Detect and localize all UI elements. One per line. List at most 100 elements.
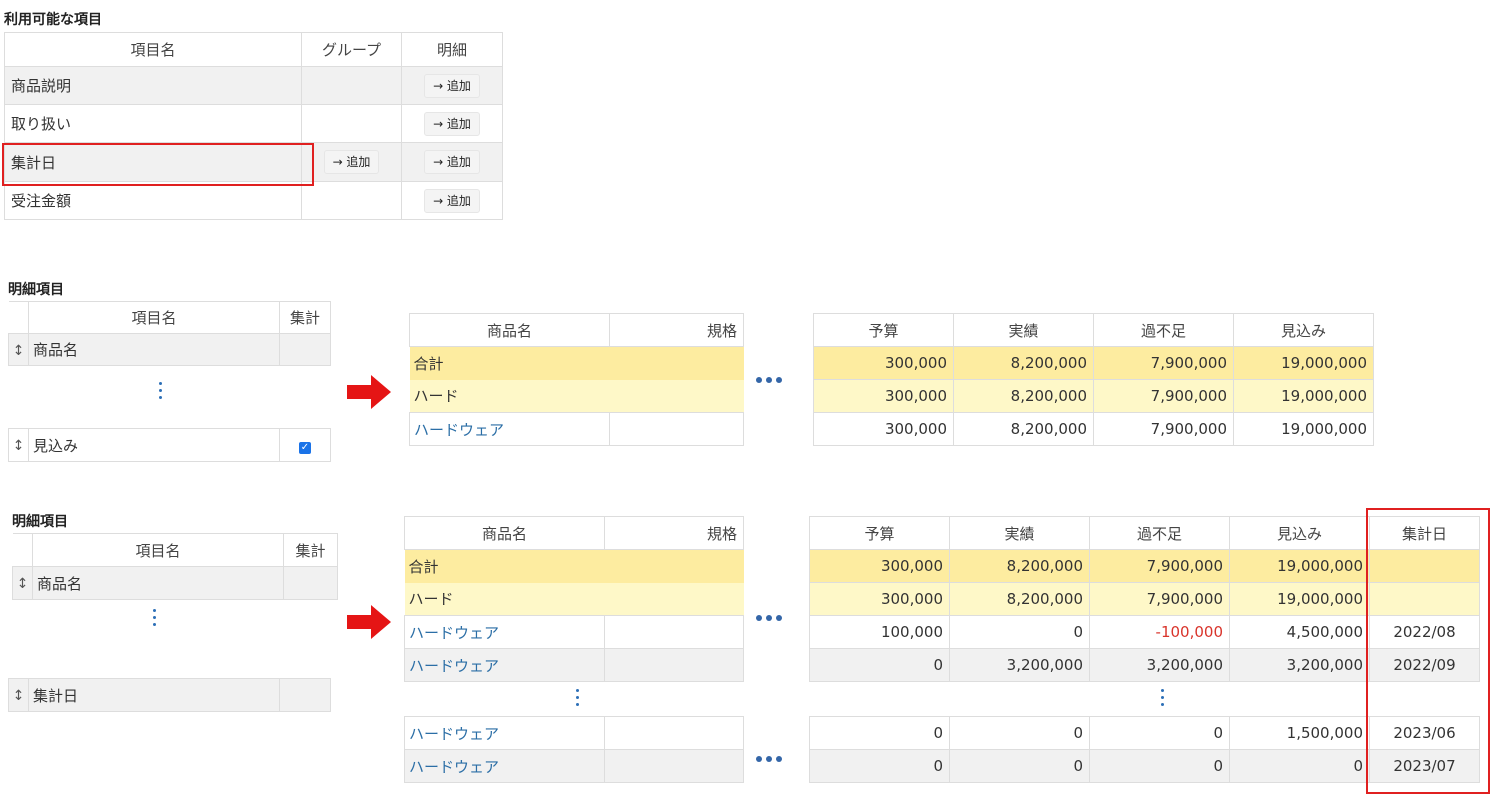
ellipsis-vertical-icon bbox=[159, 382, 163, 403]
cell-value: 300,000 bbox=[813, 412, 954, 446]
drag-handle-icon[interactable]: ↕ bbox=[13, 343, 25, 359]
col-header-group: グループ bbox=[301, 32, 402, 67]
add-detail-button[interactable]: → 追加 bbox=[424, 73, 480, 98]
group-label: ハード bbox=[413, 387, 459, 406]
cell-value: 8,200,000 bbox=[949, 549, 1090, 583]
table-row: ハードウェア bbox=[404, 749, 744, 783]
highlight-box bbox=[1366, 508, 1490, 794]
drag-handle-icon[interactable]: ↕ bbox=[13, 688, 25, 704]
cell-value: 8,200,000 bbox=[953, 346, 1094, 380]
ellipsis-horizontal-icon bbox=[756, 756, 782, 762]
cell-value: 8,200,000 bbox=[953, 412, 1094, 446]
table-row: ↕ 商品名 bbox=[8, 333, 331, 366]
table-row: ↕ 集計日 bbox=[8, 678, 331, 712]
product-link[interactable]: ハードウェア bbox=[404, 615, 605, 649]
cell-value: 19,000,000 bbox=[1233, 412, 1374, 446]
cell-value: 300,000 bbox=[809, 549, 950, 583]
cell-value: 100,000 bbox=[809, 615, 950, 649]
item-name: 商品説明 bbox=[4, 66, 302, 105]
table-row: ハードウェア bbox=[404, 615, 744, 649]
col-header-spec: 規格 bbox=[609, 313, 744, 347]
cell-value: 3,200,000 bbox=[1229, 648, 1370, 682]
col-header-product: 商品名 bbox=[404, 516, 605, 550]
ellipsis-vertical-icon bbox=[576, 689, 580, 710]
detail-items-table: 項目名 集計 ↕ 商品名 bbox=[8, 301, 331, 366]
table-row: ハード bbox=[404, 582, 744, 616]
table-row: ハードウェア bbox=[404, 648, 744, 682]
col-header-budget: 予算 bbox=[813, 313, 954, 347]
product-link[interactable]: ハードウェア bbox=[404, 716, 605, 750]
table-row: ハードウェア bbox=[409, 412, 744, 446]
col-header-actual: 実績 bbox=[949, 516, 1090, 550]
col-header-product: 商品名 bbox=[409, 313, 610, 347]
cell-value: 1,500,000 bbox=[1229, 716, 1370, 750]
product-link[interactable]: ハードウェア bbox=[404, 749, 605, 783]
cell-value: 0 bbox=[949, 716, 1090, 750]
detail-items-table: 項目名 集計 ↕ 商品名 bbox=[12, 533, 338, 600]
item-name: 商品名 bbox=[32, 566, 284, 600]
add-group-button[interactable]: → 追加 bbox=[323, 150, 380, 174]
cell-value: 0 bbox=[1089, 716, 1230, 750]
item-name: 受注金額 bbox=[4, 181, 302, 220]
cell-value: 0 bbox=[1089, 749, 1230, 783]
grid1-right-table: 予算 実績 過不足 見込み 300,000 8,200,000 7,900,00… bbox=[813, 313, 1374, 446]
drag-handle-icon[interactable]: ↕ bbox=[13, 438, 25, 454]
item-name: 見込み bbox=[28, 428, 280, 462]
cell-value: 8,200,000 bbox=[953, 379, 1094, 413]
item-name: 商品名 bbox=[28, 333, 280, 366]
detail-items-table-bottom: ↕ 集計日 bbox=[8, 678, 331, 712]
add-detail-button[interactable]: → 追加 bbox=[424, 188, 480, 213]
grid2-left-table-bottom: ハードウェア ハードウェア bbox=[404, 716, 744, 783]
cell-value: 7,900,000 bbox=[1093, 379, 1234, 413]
col-header-name: 項目名 bbox=[4, 32, 302, 67]
aggregate-checkbox[interactable]: ✓ bbox=[299, 442, 311, 454]
col-header-detail: 明細 bbox=[401, 32, 503, 67]
cell-value: 300,000 bbox=[813, 346, 954, 380]
arrow-right-icon bbox=[347, 375, 391, 409]
ellipsis-vertical-icon bbox=[1161, 689, 1165, 710]
col-header-variance: 過不足 bbox=[1093, 313, 1234, 347]
group-label: ハード bbox=[408, 590, 454, 609]
grid2-left-table: 商品名 規格 合計 ハード ハードウェア ハードウェア bbox=[404, 516, 744, 682]
arrow-right-icon bbox=[347, 605, 391, 639]
add-detail-button[interactable]: → 追加 bbox=[424, 111, 480, 136]
col-header-name: 項目名 bbox=[32, 533, 284, 567]
cell-value: 19,000,000 bbox=[1233, 379, 1374, 413]
col-header-budget: 予算 bbox=[809, 516, 950, 550]
cell-value: 7,900,000 bbox=[1089, 549, 1230, 583]
item-name: 集計日 bbox=[28, 678, 280, 712]
ellipsis-vertical-icon bbox=[153, 609, 157, 630]
cell-value: 7,900,000 bbox=[1093, 412, 1234, 446]
cell-value: 3,200,000 bbox=[949, 648, 1090, 682]
table-row: ↕ 見込み ✓ bbox=[8, 428, 331, 462]
col-header-actual: 実績 bbox=[953, 313, 1094, 347]
item-name: 取り扱い bbox=[4, 104, 302, 143]
product-link[interactable]: ハードウェア bbox=[404, 648, 605, 682]
highlight-box bbox=[2, 143, 314, 186]
total-label: 合計 bbox=[408, 557, 439, 576]
cell-value: 4,500,000 bbox=[1229, 615, 1370, 649]
cell-value: 3,200,000 bbox=[1089, 648, 1230, 682]
col-header-aggregate: 集計 bbox=[283, 533, 338, 567]
table-row: 商品説明 → 追加 bbox=[4, 66, 503, 105]
table-row: ハード bbox=[409, 379, 744, 413]
table-row: 300,000 8,200,000 7,900,000 19,000,000 bbox=[813, 412, 1374, 446]
table-row: 合計 bbox=[409, 346, 744, 380]
cell-value: 0 bbox=[809, 648, 950, 682]
col-header-aggregate: 集計 bbox=[279, 301, 331, 334]
table-row: 受注金額 → 追加 bbox=[4, 181, 503, 220]
drag-handle-icon[interactable]: ↕ bbox=[17, 576, 29, 592]
table-row: 取り扱い → 追加 bbox=[4, 104, 503, 143]
col-header-forecast: 見込み bbox=[1229, 516, 1370, 550]
cell-value: 0 bbox=[809, 716, 950, 750]
table-row: 合計 bbox=[404, 549, 744, 583]
ellipsis-horizontal-icon bbox=[756, 615, 782, 621]
table-row: 300,000 8,200,000 7,900,000 19,000,000 bbox=[813, 346, 1374, 380]
col-header-variance: 過不足 bbox=[1089, 516, 1230, 550]
cell-value: 19,000,000 bbox=[1229, 582, 1370, 616]
product-link[interactable]: ハードウェア bbox=[409, 412, 610, 446]
cell-value: 0 bbox=[809, 749, 950, 783]
col-header-forecast: 見込み bbox=[1233, 313, 1374, 347]
cell-value: 0 bbox=[949, 749, 1090, 783]
add-detail-button[interactable]: → 追加 bbox=[424, 150, 480, 174]
